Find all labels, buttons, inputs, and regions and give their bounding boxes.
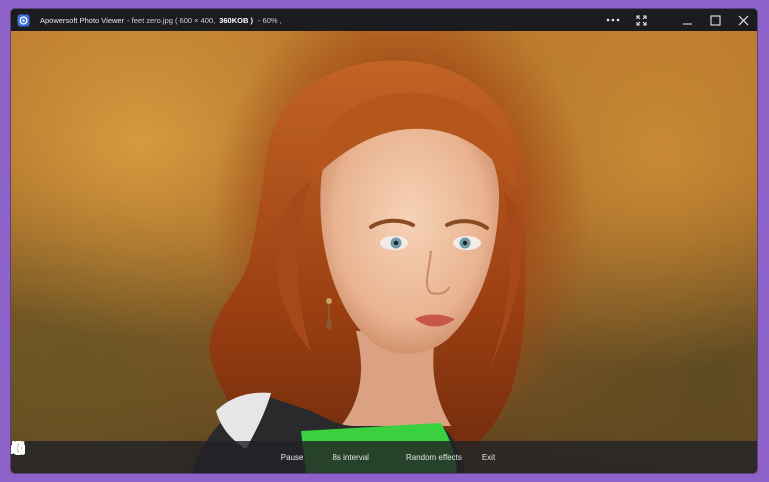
photo-display[interactable]: Pause 8s interval Random effects Exit [11, 31, 757, 473]
file-name: - feet zero.jpg [127, 15, 173, 25]
app-name: Apowersoft Photo Viewer [40, 15, 125, 25]
random-effects-button[interactable]: Random effects [11, 441, 462, 462]
exit-label: Exit [481, 452, 496, 462]
pause-label: Pause [280, 452, 304, 462]
maximize-icon [709, 14, 721, 26]
pause-button[interactable]: Pause [12, 441, 304, 462]
minimize-button[interactable] [673, 9, 701, 31]
more-options-icon [606, 18, 620, 22]
fullscreen-button[interactable] [627, 9, 655, 31]
fullscreen-icon [635, 14, 647, 26]
interval-label: 8s interval [332, 452, 369, 462]
slideshow-toolbar: Pause 8s interval Random effects Exit [11, 441, 757, 473]
random-effects-label: Random effects [405, 452, 462, 462]
photo-viewer-window: Apowersoft Photo Viewer - feet zero.jpg … [11, 9, 757, 473]
title-bar[interactable]: Apowersoft Photo Viewer - feet zero.jpg … [11, 9, 757, 31]
more-options-button[interactable] [599, 9, 627, 31]
portrait-photo [191, 60, 527, 473]
minimize-icon [682, 22, 692, 25]
maximize-button[interactable] [701, 9, 729, 31]
file-size: 360KOB ) [219, 15, 253, 25]
exit-button[interactable]: Exit [12, 441, 496, 462]
close-icon [738, 15, 748, 25]
close-button[interactable] [729, 9, 757, 31]
zoom-level: - 60% , [257, 15, 282, 25]
image-dimensions: ( 600 × 400, [174, 15, 216, 25]
app-logo-icon [17, 14, 30, 26]
window-controls [599, 9, 757, 31]
